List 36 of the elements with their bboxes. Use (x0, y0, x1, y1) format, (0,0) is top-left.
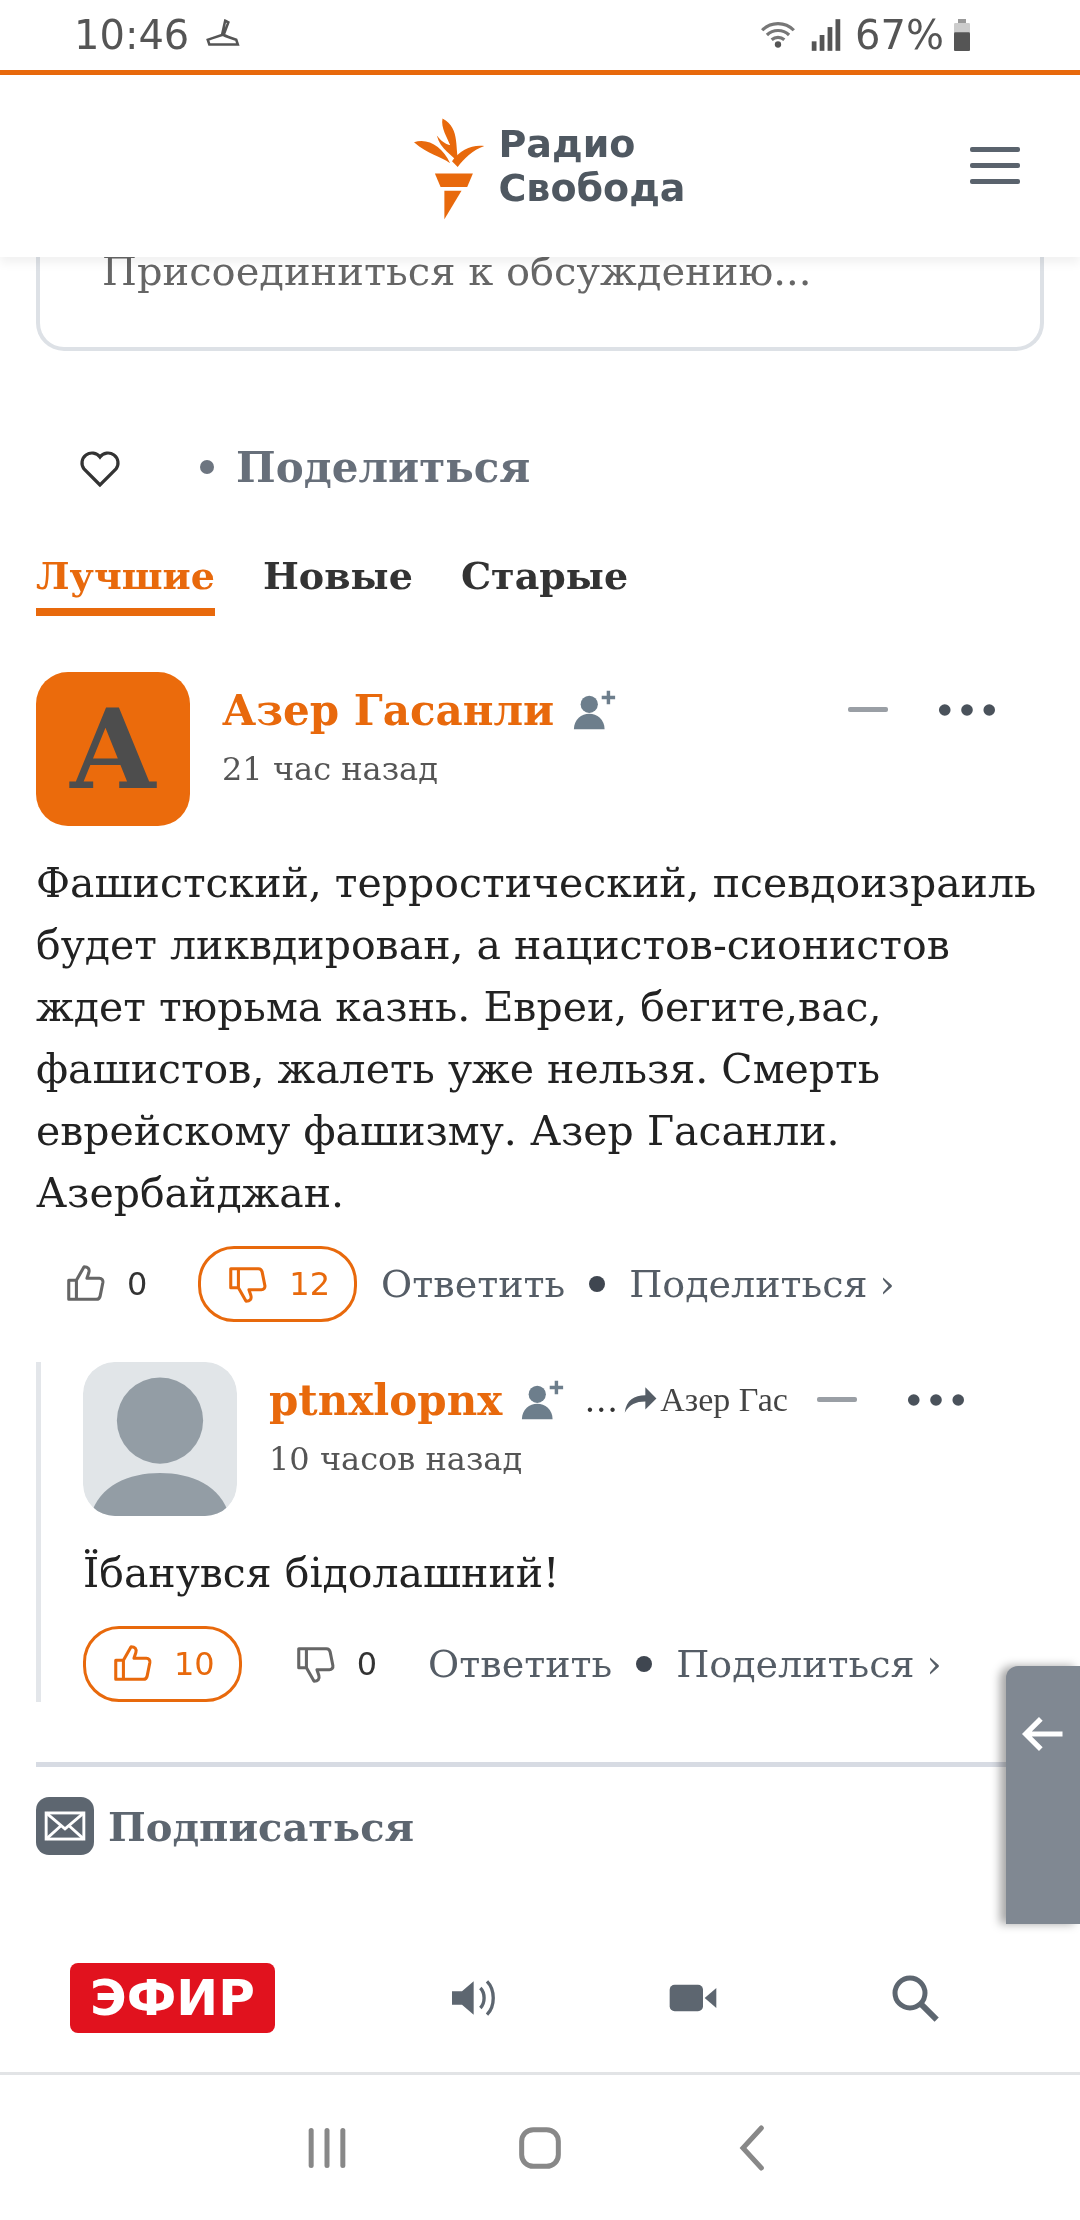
logo-text: Свобода (498, 166, 686, 210)
dislike-button[interactable]: 0 (265, 1626, 405, 1702)
reply-link[interactable]: Ответить (428, 1642, 613, 1686)
envelope-icon (36, 1797, 94, 1855)
search-icon[interactable] (890, 1973, 940, 2023)
reply-to-name[interactable]: Азер Гас (660, 1381, 788, 1419)
like-button[interactable]: 0 (36, 1246, 175, 1322)
comment-text: Їбанувся бідолашний! (83, 1548, 561, 1599)
battery-percent: 67% (855, 12, 944, 58)
separator-dot (636, 1656, 653, 1672)
more-icon[interactable] (938, 703, 996, 717)
timestamp: 21 час назад (222, 750, 439, 788)
sort-tab[interactable]: Старые (460, 553, 629, 616)
clock-time: 10:46 (74, 12, 190, 58)
comment-input-field[interactable]: Присоединиться к обсуждению... (36, 257, 1044, 351)
share-link[interactable]: Поделиться › (629, 1262, 895, 1306)
more-icon[interactable] (907, 1393, 965, 1407)
ellipsis-text: … (584, 1380, 619, 1420)
live-button[interactable]: ЭФИР (70, 1963, 275, 2033)
share-link[interactable]: Поделиться › (676, 1642, 942, 1686)
share-link[interactable]: Поделиться (236, 442, 531, 492)
avatar: А (36, 672, 190, 826)
logo-text: Радио (498, 122, 637, 166)
sort-tab[interactable]: Новые (262, 553, 413, 616)
comment-text: Фашистский, терростический, псевдоизраиль будет ликвдирован, а нацистов-сионистов ждет тюрьма казнь. Евреи, бегите,вас, фашистов, жалеть уже нельзя. Смерть еврейскому фашизму. Азер Гасанли. Азербайджан. (36, 858, 1038, 1219)
menu-icon[interactable] (970, 145, 1020, 185)
reply-link[interactable]: Ответить (381, 1262, 566, 1306)
collapse-icon[interactable] (848, 707, 888, 713)
battery-icon (954, 18, 970, 52)
separator-dot (200, 460, 214, 474)
subscribe-link[interactable]: Подписаться (36, 1797, 415, 1855)
separator-dot (589, 1276, 606, 1292)
collapse-icon[interactable] (817, 1397, 857, 1403)
timestamp: 10 часов назад (269, 1440, 524, 1478)
back-tab[interactable] (1006, 1666, 1080, 1924)
avatar-silhouette-icon (83, 1362, 237, 1516)
